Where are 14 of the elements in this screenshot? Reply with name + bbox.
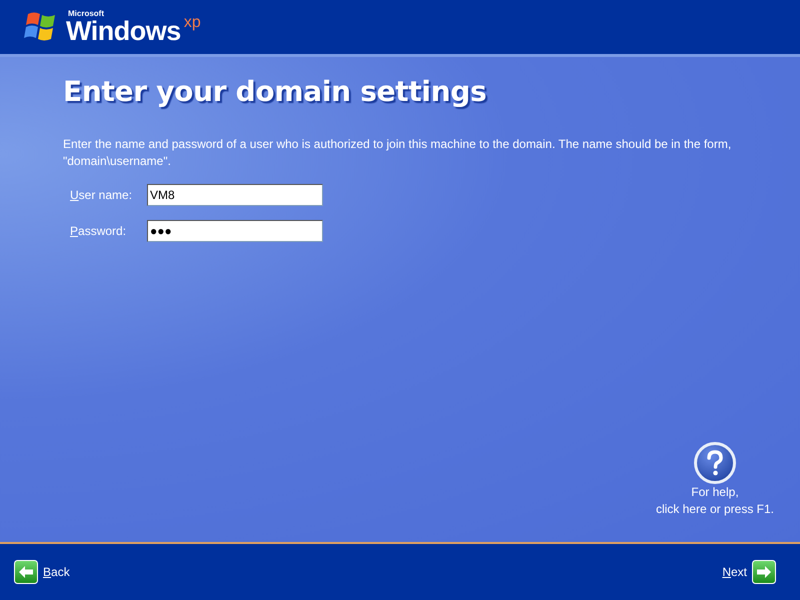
logo-edition-text: xp bbox=[184, 14, 201, 32]
back-button[interactable]: Back bbox=[14, 560, 70, 584]
field-label: User name: bbox=[70, 188, 134, 202]
logo-product-text: Windows bbox=[66, 18, 181, 44]
help-icon[interactable] bbox=[694, 442, 736, 484]
field-label: Password: bbox=[70, 224, 128, 238]
help-text[interactable]: For help, bbox=[691, 484, 739, 501]
input-field[interactable]: VM8 bbox=[147, 184, 323, 206]
next-button[interactable]: Next bbox=[722, 560, 776, 584]
description-text: Enter the name and password of a user who is authorized to join this machine to the domain. The name should be in the form, "domain\username". bbox=[63, 136, 732, 170]
input-field[interactable]: ●●● bbox=[147, 220, 323, 242]
logo-maker-text: Microsoft bbox=[68, 10, 105, 18]
page-title: Enter your domain settings bbox=[63, 75, 488, 108]
help-text[interactable]: click here or press F1. bbox=[656, 501, 774, 518]
